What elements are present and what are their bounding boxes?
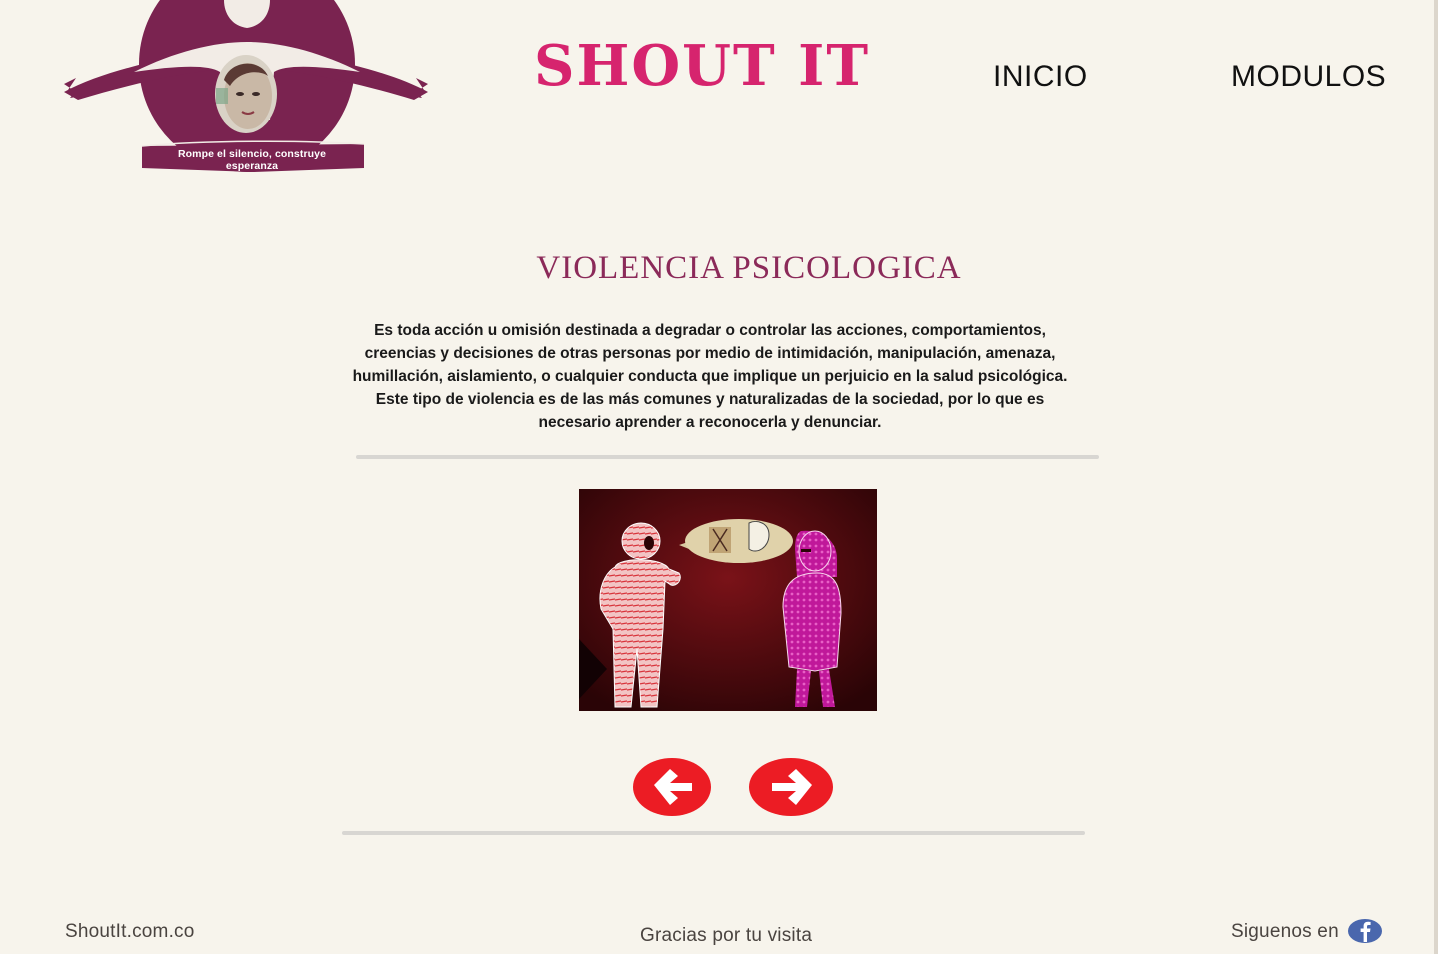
description-paragraph: Es toda acción u omisión destinada a deg… — [352, 322, 1068, 431]
page-edge — [1434, 0, 1438, 954]
psychological-violence-illustration — [579, 489, 877, 711]
facebook-icon — [1348, 919, 1382, 943]
previous-arrow-button[interactable] — [632, 757, 712, 822]
footer-thanks: Gracias por tu visita — [640, 925, 813, 946]
footer-site-name: ShoutIt.com.co — [65, 921, 195, 942]
logo-tagline: Rompe el silencio, construye esperanza — [177, 148, 327, 172]
arrow-right-icon — [749, 758, 833, 816]
site-title: SHOUT IT — [534, 33, 871, 99]
next-arrow-button[interactable] — [748, 757, 834, 822]
site-logo[interactable]: Rompe el silencio, construye esperanza — [64, 0, 428, 176]
divider-bottom — [342, 831, 1085, 835]
nav-inicio-link[interactable]: INICIO — [993, 62, 1088, 92]
divider-top — [356, 455, 1099, 459]
arrow-left-icon — [633, 758, 711, 816]
footer-follow-label: Siguenos en — [1231, 921, 1339, 942]
nav-modulos-link[interactable]: MODULOS — [1231, 62, 1386, 92]
facebook-link[interactable] — [1347, 918, 1383, 949]
page-heading: VIOLENCIA PSICOLOGICA — [536, 250, 962, 286]
